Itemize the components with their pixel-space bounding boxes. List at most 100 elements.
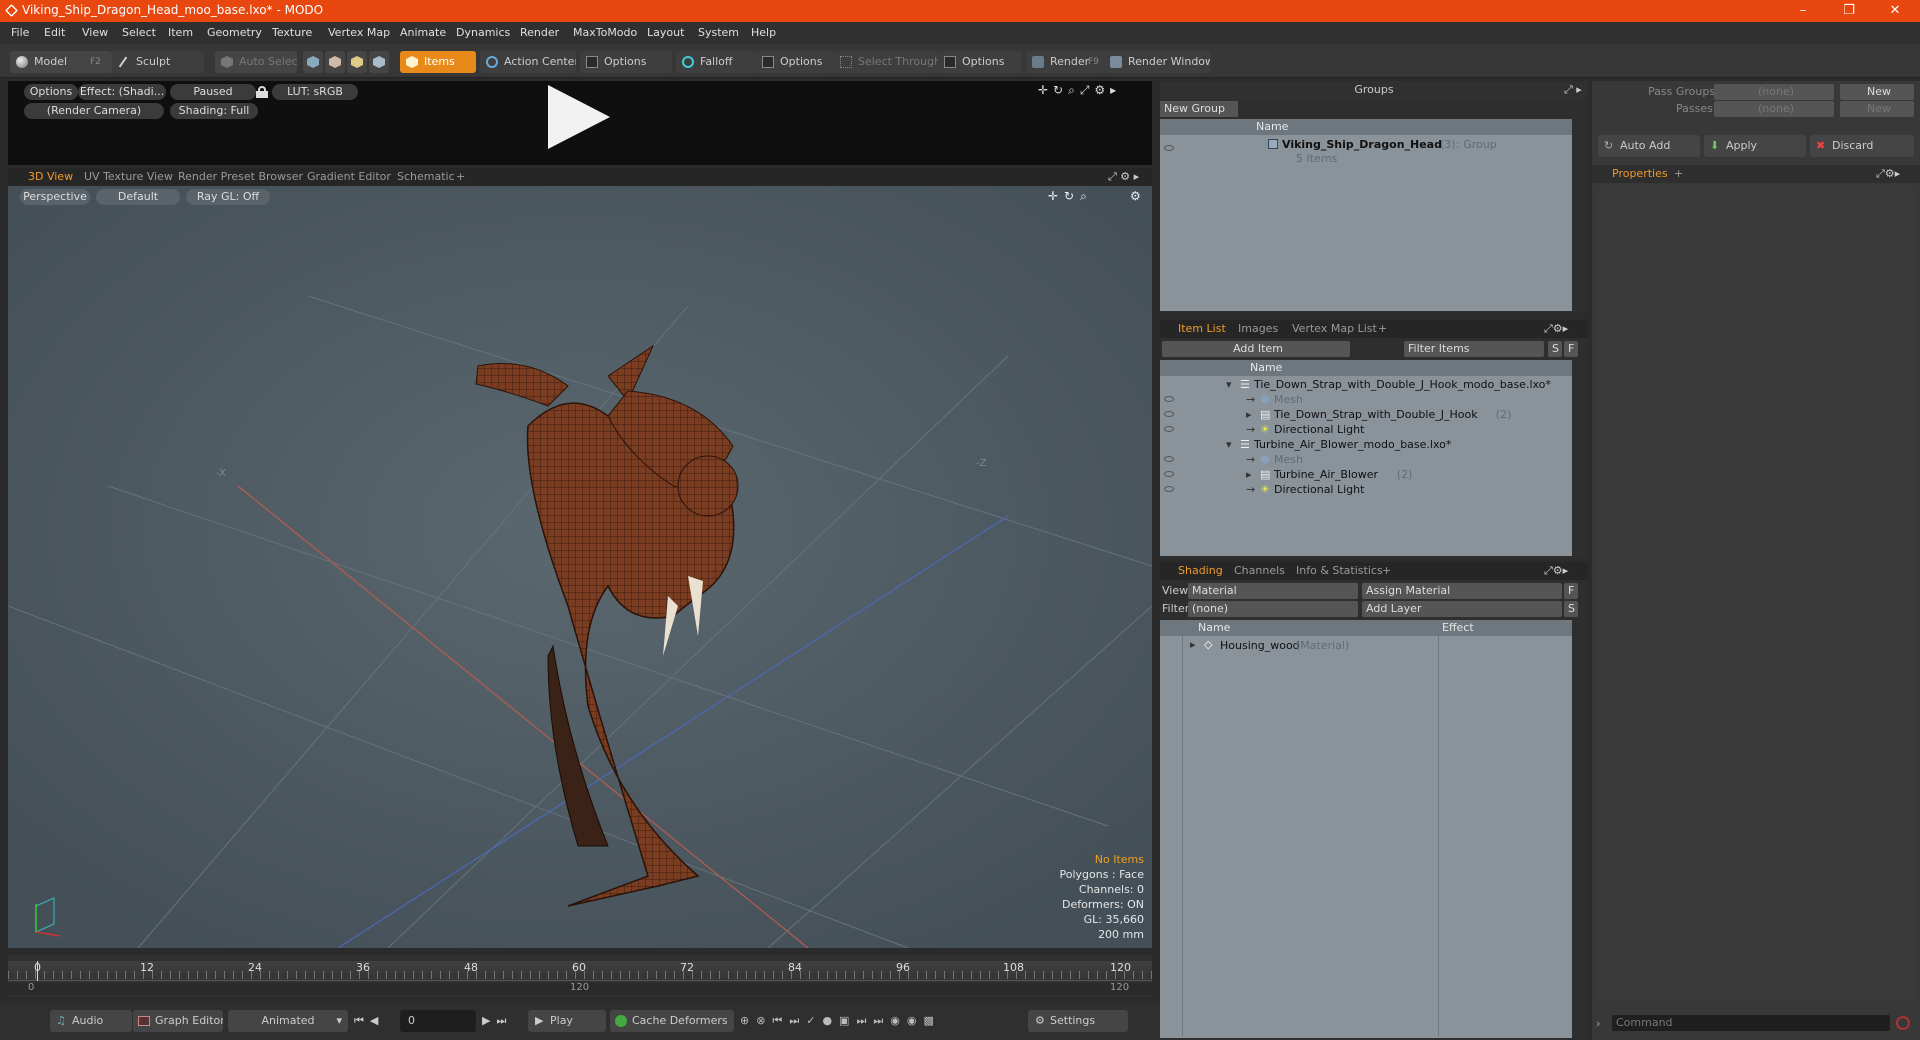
animated-dropdown[interactable]: Animated ▾ (228, 1010, 348, 1032)
perspective-dropdown[interactable]: Perspective (20, 189, 90, 205)
select-polygons-button[interactable] (347, 51, 367, 73)
list-item[interactable]: ▾ ☰ Tie_Down_Strap_with_Double_J_Hook_modo… (1160, 377, 1572, 392)
passes-dropdown[interactable]: (none) (1714, 101, 1834, 117)
apply-button[interactable]: ⬇ Apply (1704, 135, 1806, 157)
list-item[interactable]: → ☀ Directional Light (1160, 422, 1572, 437)
cache-deformers-button[interactable]: Cache Deformers (610, 1010, 734, 1032)
expand-arrow-icon[interactable]: ▾ (1226, 438, 1232, 451)
items-mode-button[interactable]: Items (400, 51, 476, 73)
group-name[interactable]: Viking_Ship_Dragon_Head (1282, 138, 1442, 151)
select-edges-button[interactable] (325, 51, 345, 73)
shader-tree[interactable]: Name Effect ▸ ◇ Housing_wood (Material) (1160, 620, 1572, 1038)
menu-vertex-map[interactable]: Vertex Map (328, 26, 390, 39)
add-layer-dropdown[interactable]: Add Layer (1362, 601, 1562, 617)
tab-schematic[interactable]: Schematic (397, 170, 455, 183)
menu-system[interactable]: System (698, 26, 739, 39)
command-input[interactable]: Command (1612, 1015, 1890, 1031)
add-item-dropdown[interactable]: Add Item (1162, 341, 1350, 357)
expand-arrow-icon[interactable]: ▸ (1246, 468, 1252, 481)
auto-select-button[interactable]: Auto Select (215, 51, 297, 73)
tab-vertex-map-list[interactable]: Vertex Map List (1292, 322, 1377, 335)
lock-icon[interactable] (256, 86, 268, 98)
tab-3d-view[interactable]: 3D View (28, 170, 73, 183)
add-tab-icon[interactable]: + (1382, 564, 1391, 577)
expand-arrow-icon[interactable]: ▸ (1246, 408, 1252, 421)
tab-uv-texture-view[interactable]: UV Texture View (84, 170, 173, 183)
new-pass-button[interactable]: New (1840, 101, 1914, 117)
groups-expand-icon[interactable]: ⤢ ▸ (1564, 83, 1582, 97)
play-button[interactable]: ▶ Play (528, 1010, 606, 1032)
falloff-button[interactable]: Falloff (676, 51, 756, 73)
timeline[interactable]: 0 12 24 36 48 60 72 84 96 108 120 0 120 … (8, 955, 1152, 997)
menu-help[interactable]: Help (751, 26, 776, 39)
render-button[interactable]: Render F9 (1026, 51, 1104, 73)
action-center-options-button[interactable]: Options (580, 51, 672, 73)
menu-item[interactable]: Item (168, 26, 193, 39)
menu-select[interactable]: Select (122, 26, 156, 39)
list-item[interactable]: → ☀ Directional Light (1160, 482, 1572, 497)
audio-button[interactable]: ♫ Audio (50, 1010, 132, 1032)
add-tab-icon[interactable]: + (456, 170, 465, 183)
key-tool-icons[interactable]: ⊕⊗⏮⏭✓●▣⏭⏭◉◉▩ (740, 1014, 941, 1028)
timeline-range[interactable]: 0 120 120 (8, 982, 1152, 995)
render-window-button[interactable]: Render Window (1104, 51, 1210, 73)
tab-info-statistics[interactable]: Info & Statistics (1296, 564, 1383, 577)
list-item[interactable]: ▾ ☰ Turbine_Air_Blower_modo_base.lxo* (1160, 437, 1572, 452)
transport-forward-buttons[interactable]: ▶⏭ (482, 1014, 512, 1028)
shading-s-button[interactable]: S (1564, 601, 1578, 617)
minimize-button[interactable]: – (1780, 0, 1826, 22)
groups-list[interactable]: Name Viking_Ship_Dragon_Head (3) : Group… (1160, 119, 1572, 311)
select-vertices-button[interactable] (303, 51, 323, 73)
list-item[interactable]: → ⬢ Mesh (1160, 452, 1572, 467)
menu-animate[interactable]: Animate (400, 26, 446, 39)
list-item[interactable]: → ⬢ Mesh (1160, 392, 1572, 407)
select-materials-button[interactable] (369, 51, 389, 73)
expand-arrow-icon[interactable]: ▾ (1226, 378, 1232, 391)
item-list-tree[interactable]: Name ▾ ☰ Tie_Down_Strap_with_Double_J_Hook… (1160, 360, 1572, 556)
action-center-button[interactable]: Action Center (480, 51, 576, 73)
tab-render-preset-browser[interactable]: Render Preset Browser (178, 170, 303, 183)
falloff-options-button[interactable]: Options (756, 51, 834, 73)
panel-expand-icon[interactable]: ⤢⚙▸ (1544, 322, 1568, 336)
menu-geometry[interactable]: Geometry (207, 26, 262, 39)
menu-layout[interactable]: Layout (647, 26, 684, 39)
tab-gradient-editor[interactable]: Gradient Editor (307, 170, 391, 183)
menu-maxtomodo[interactable]: MaxToModo (573, 26, 637, 39)
settings-button[interactable]: ⚙ Settings (1028, 1010, 1128, 1032)
viewport-expand-icon[interactable]: ⤢ ⚙ ▸ (1108, 170, 1139, 184)
viewport-settings-icon[interactable]: ⚙ (1130, 189, 1141, 203)
command-history-icon[interactable] (1896, 1016, 1910, 1030)
viewport-nav-icons[interactable]: ✛↻⌕ (1048, 189, 1093, 204)
lut-dropdown[interactable]: LUT: sRGB (272, 84, 358, 100)
model-mode-button[interactable]: Model F2 (10, 51, 112, 73)
panel-expand-icon[interactable]: ⤢⚙▸ (1876, 167, 1900, 181)
viewport-3d[interactable]: -X -Z Perspective Default Ray GL: Off ✛↻… (8, 186, 1152, 948)
menu-dynamics[interactable]: Dynamics (456, 26, 510, 39)
add-tab-icon[interactable]: + (1378, 322, 1387, 335)
select-through-button[interactable]: Select Through (834, 51, 938, 73)
material-name[interactable]: Housing_wood (1220, 639, 1300, 652)
view-dropdown[interactable]: Material (1188, 583, 1358, 599)
filter-dropdown[interactable]: (none) (1188, 601, 1358, 617)
discard-button[interactable]: ✖ Discard (1810, 135, 1914, 157)
play-preview-icon[interactable] (548, 85, 610, 149)
effect-dropdown[interactable]: Effect: (Shadi... (78, 84, 166, 100)
tab-images[interactable]: Images (1238, 322, 1278, 335)
menu-file[interactable]: File (11, 26, 29, 39)
assign-material-button[interactable]: Assign Material (1362, 583, 1562, 599)
menu-texture[interactable]: Texture (272, 26, 312, 39)
list-item[interactable]: ▸ ▤ Tie_Down_Strap_with_Double_J_Hook (2) (1160, 407, 1572, 422)
menu-edit[interactable]: Edit (44, 26, 65, 39)
tab-properties[interactable]: Properties (1612, 167, 1668, 180)
new-group-button[interactable]: New Group (1160, 101, 1238, 117)
close-button[interactable]: ✕ (1872, 0, 1918, 22)
restore-button[interactable]: ❐ (1826, 0, 1872, 22)
timeline-ruler[interactable]: 0 12 24 36 48 60 72 84 96 108 120 (8, 961, 1152, 981)
preview-nav-icons[interactable]: ✛↻⌕⤢⚙▸ (1038, 83, 1121, 98)
filter-f-button[interactable]: F (1564, 341, 1578, 357)
shading-dropdown[interactable]: Shading: Full (170, 103, 258, 119)
sculpt-mode-button[interactable]: Sculpt (112, 51, 204, 73)
select-through-options-button[interactable]: Options (938, 51, 1022, 73)
list-item[interactable]: ▸ ▤ Turbine_Air_Blower (2) (1160, 467, 1572, 482)
paused-toggle[interactable]: Paused (170, 84, 256, 100)
